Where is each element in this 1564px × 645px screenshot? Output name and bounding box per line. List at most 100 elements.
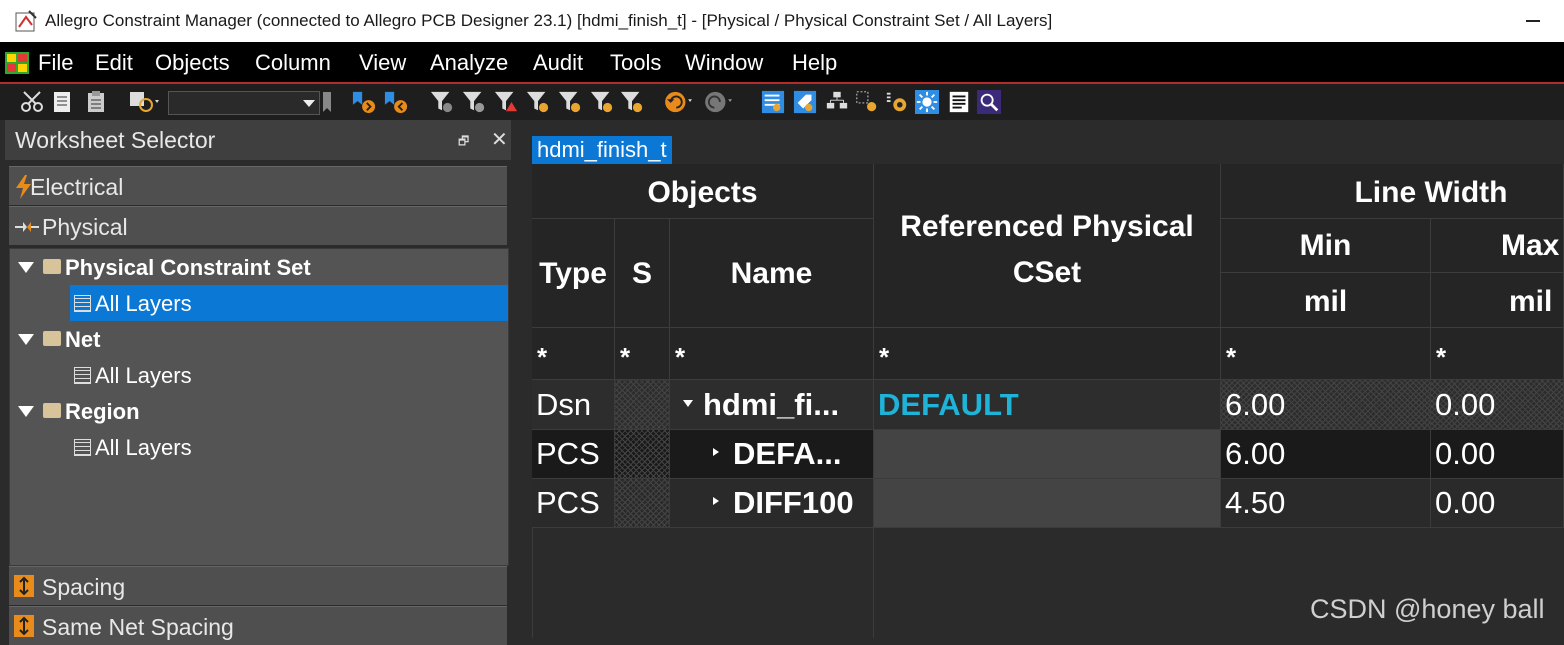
menu-window[interactable]: Window — [685, 50, 763, 76]
filter-error-icon[interactable] — [492, 90, 520, 114]
header-max-unit: mil — [1431, 273, 1564, 328]
table-cell-name[interactable]: DIFF100 — [670, 479, 874, 528]
header-name[interactable]: Name — [670, 219, 874, 328]
filter-min[interactable]: * — [1221, 328, 1431, 380]
prev-bookmark-icon[interactable] — [382, 90, 410, 114]
menu-tools[interactable]: Tools — [610, 50, 661, 76]
tree-node-physical-constraint-set[interactable]: Physical Constraint Set — [10, 249, 508, 285]
expand-caret-icon[interactable] — [713, 448, 719, 456]
menu-column[interactable]: Column — [255, 50, 331, 76]
worksheet-icon[interactable] — [760, 90, 786, 114]
section-spacing[interactable]: Spacing — [9, 566, 507, 605]
tree-node-net[interactable]: Net — [10, 321, 508, 357]
filter-columns-icon[interactable] — [618, 90, 646, 114]
table-cell-min[interactable]: 6.00 — [1221, 380, 1431, 430]
header-referenced-physical-cset[interactable]: Referenced Physical CSet — [874, 164, 1221, 328]
table-cell-max[interactable]: 0.00 — [1431, 380, 1564, 430]
settings-sun-icon[interactable] — [914, 90, 940, 114]
tab-hdmi-finish[interactable]: hdmi_finish_t — [532, 136, 672, 164]
physical-icon — [15, 222, 39, 232]
table-cell-max[interactable]: 0.00 — [1431, 430, 1564, 479]
expand-caret-icon[interactable] — [18, 262, 34, 273]
title-bar: Allegro Constraint Manager (connected to… — [0, 0, 1564, 42]
expand-caret-icon[interactable] — [713, 497, 719, 505]
tree-item-net-all-layers[interactable]: All Layers — [10, 357, 508, 393]
tree-item-region-all-layers[interactable]: All Layers — [10, 429, 508, 465]
menu-analyze[interactable]: Analyze — [430, 50, 508, 76]
table-cell-min[interactable]: 6.00 — [1221, 430, 1431, 479]
section-same-net-spacing[interactable]: Same Net Spacing — [9, 606, 507, 645]
folder-icon — [43, 331, 61, 346]
header-min[interactable]: Min — [1221, 219, 1431, 273]
minimize-button[interactable] — [1526, 20, 1540, 22]
redo-icon[interactable] — [702, 90, 736, 114]
menu-objects[interactable]: Objects — [155, 50, 230, 76]
filter-user-icon[interactable] — [460, 90, 488, 114]
menu-audit[interactable]: Audit — [533, 50, 583, 76]
toolbar — [0, 84, 1564, 120]
menu-file[interactable]: File — [38, 50, 73, 76]
filter-list-icon[interactable] — [588, 90, 616, 114]
dotted-select-icon[interactable] — [854, 90, 880, 114]
worksheet-icon — [74, 439, 91, 456]
menu-view[interactable]: View — [359, 50, 406, 76]
grid-line — [873, 528, 874, 638]
table-cell-ref-cset[interactable] — [874, 479, 1221, 528]
filter-settings-icon[interactable] — [556, 90, 584, 114]
tree-item-pcs-all-layers[interactable]: All Layers — [10, 285, 508, 321]
header-objects: Objects — [532, 164, 874, 219]
collapse-caret-icon[interactable] — [683, 400, 693, 407]
copy-icon[interactable] — [51, 90, 73, 114]
tree-node-region[interactable]: Region — [10, 393, 508, 429]
filter-icon[interactable] — [428, 90, 456, 114]
expand-caret-icon[interactable] — [18, 334, 34, 345]
section-physical[interactable]: Physical — [9, 206, 507, 245]
filter-name[interactable]: * — [670, 328, 874, 380]
menu-edit[interactable]: Edit — [95, 50, 133, 76]
hierarchy-icon[interactable] — [824, 90, 850, 114]
restore-icon[interactable]: 🗗 — [458, 132, 469, 153]
undo-icon[interactable] — [662, 90, 696, 114]
table-cell-min[interactable]: 4.50 — [1221, 479, 1431, 528]
table-cell-ref-cset[interactable]: DEFAULT — [874, 380, 1221, 430]
folder-icon — [43, 259, 61, 274]
table-cell-name[interactable]: DEFA... — [670, 430, 874, 479]
header-type[interactable]: Type — [532, 219, 615, 328]
find-filter-icon[interactable] — [128, 90, 162, 114]
header-line-width: Line Width — [1221, 164, 1564, 219]
table-cell-max[interactable]: 0.00 — [1431, 479, 1564, 528]
table-cell-ref-cset[interactable] — [874, 430, 1221, 479]
cut-icon[interactable] — [20, 90, 46, 114]
table-cell-type[interactable]: PCS — [532, 430, 615, 479]
worksheet-selector-title: Worksheet Selector — [15, 127, 216, 153]
bookmark-icon[interactable] — [321, 90, 333, 114]
table-cell-type[interactable]: Dsn — [532, 380, 615, 430]
chevron-down-icon[interactable] — [303, 100, 315, 107]
filter-max[interactable]: * — [1431, 328, 1564, 380]
filter-type[interactable]: * — [532, 328, 615, 380]
paste-icon[interactable] — [85, 90, 107, 114]
watermark: CSDN @honey ball — [1310, 594, 1545, 624]
report-icon[interactable] — [946, 90, 972, 114]
tag-icon[interactable] — [792, 90, 818, 114]
header-s[interactable]: S — [615, 219, 670, 328]
table-cell-type[interactable]: PCS — [532, 479, 615, 528]
show-element-icon[interactable] — [884, 90, 910, 114]
menu-help[interactable]: Help — [792, 50, 837, 76]
search-combo[interactable] — [168, 91, 320, 115]
filter-s[interactable]: * — [615, 328, 670, 380]
section-electrical[interactable]: Electrical — [9, 166, 507, 205]
next-bookmark-icon[interactable] — [350, 90, 378, 114]
filter-ref-cset[interactable]: * — [874, 328, 1221, 380]
table-cell-s[interactable] — [615, 430, 670, 479]
filter-pass-icon[interactable] — [524, 90, 552, 114]
table-cell-s[interactable] — [615, 479, 670, 528]
close-icon[interactable]: ✕ — [491, 127, 508, 152]
table-cell-name[interactable]: hdmi_fi... — [670, 380, 874, 430]
expand-caret-icon[interactable] — [18, 406, 34, 417]
zoom-icon[interactable] — [976, 90, 1002, 114]
header-max[interactable]: Max — [1431, 219, 1564, 273]
table-cell-s[interactable] — [615, 380, 670, 430]
app-menu-icon[interactable] — [5, 52, 29, 74]
tree-node-label: Net — [65, 327, 101, 352]
